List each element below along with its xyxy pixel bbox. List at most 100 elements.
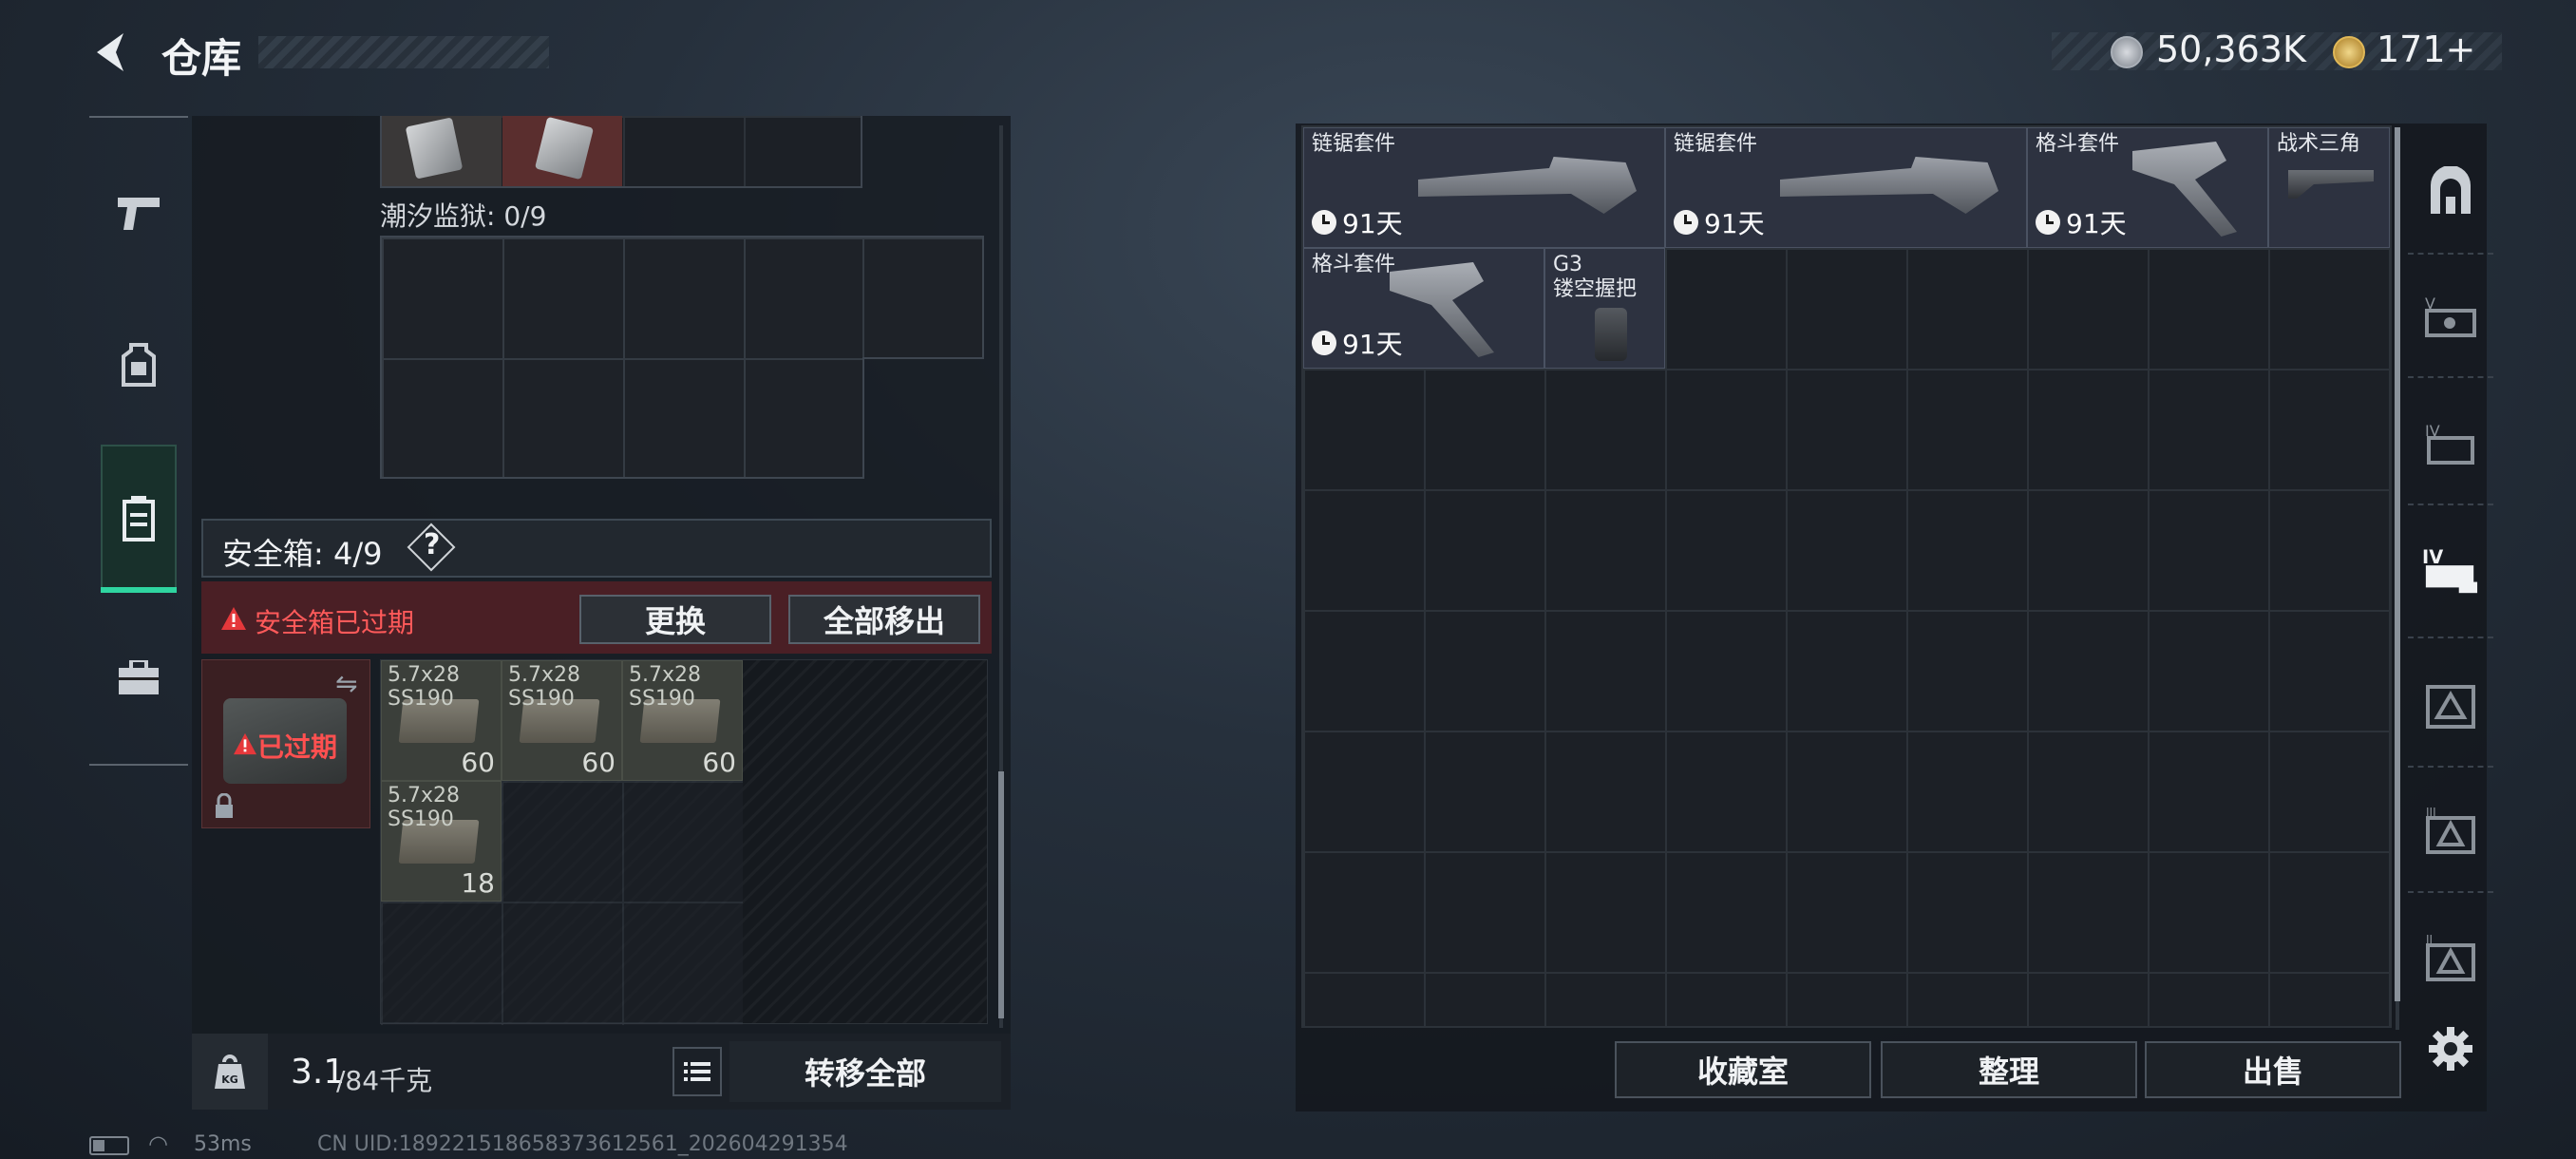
lock-icon [216, 793, 233, 818]
battery-icon [89, 1136, 129, 1155]
tab-level-2-storage[interactable]: II [2422, 929, 2479, 986]
item-name: 链锯套件 [1312, 132, 1396, 156]
tab-weapon[interactable] [89, 165, 188, 260]
wifi-icon: ◠ [148, 1130, 168, 1157]
warehouse-panel: 链锯套件 91天 链锯套件 91天 格斗套件 91天 战术三角 格斗套件 91天… [1296, 124, 2487, 1112]
warehouse-scrollbar-thumb[interactable] [2395, 127, 2400, 1001]
weight-icon-box: KG [192, 1034, 268, 1110]
tab-level-4-storage-b[interactable]: IV [2422, 542, 2479, 598]
grip-image [1595, 308, 1627, 361]
item-timer: 91天 [1704, 208, 1765, 239]
ammo-count: 60 [461, 747, 495, 778]
ammo-sub: SS190 [508, 687, 575, 712]
list-icon [684, 1062, 710, 1081]
ammo-item[interactable]: 5.7x28 SS190 60 [622, 660, 743, 781]
tab-level-5-storage[interactable]: V [2422, 287, 2479, 344]
left-tab-bar [89, 116, 188, 766]
tab-level-4-storage-c[interactable] [2422, 676, 2479, 733]
toolbox-icon [119, 660, 159, 694]
item-name: 链锯套件 [1674, 132, 1758, 156]
sort-button[interactable]: 整理 [1881, 1041, 2137, 1098]
storage-iv-icon: IV [2425, 422, 2474, 465]
fight-kit-image [2132, 142, 2237, 237]
active-tab-indicator [101, 587, 177, 593]
ammo-count: 60 [702, 747, 736, 778]
warehouse-item[interactable]: 格斗套件 91天 [1303, 248, 1544, 369]
backpack-icon [122, 343, 156, 387]
title-decoration [258, 36, 549, 68]
warehouse-item[interactable]: 格斗套件 91天 [2027, 127, 2268, 248]
tab-level-3-storage[interactable]: III [2422, 802, 2479, 859]
swap-icon: ⇋ [335, 668, 358, 699]
clock-icon [1312, 210, 1336, 235]
arch-icon [2431, 166, 2471, 214]
item-thumb[interactable] [502, 116, 622, 186]
tab-toolbox[interactable] [89, 631, 188, 726]
item-name: 格斗套件 [1312, 253, 1396, 276]
warehouse-item[interactable]: 战术三角 [2268, 127, 2390, 248]
page-title: 仓库 [161, 35, 242, 82]
storage-triangle-iii-icon: III [2426, 806, 2475, 854]
ammo-sub: SS190 [388, 687, 454, 712]
warning-text: 安全箱已过期 [255, 607, 415, 638]
expired-warning-bar: 安全箱已过期 更换 全部移出 [201, 581, 992, 654]
help-button-label: ? [424, 528, 441, 561]
uid-text: CN UID:189221518658373612561_20260429135… [317, 1132, 848, 1156]
storage-v-icon: V [2425, 294, 2476, 337]
transfer-all-button[interactable]: 转移全部 [729, 1041, 1001, 1102]
move-all-out-button[interactable]: 全部移出 [788, 595, 980, 644]
currency-gold[interactable]: 171+ [2377, 28, 2475, 70]
ammo-sub: SS190 [629, 687, 695, 712]
stash-scrollbar-thumb[interactable] [998, 771, 1004, 1018]
svg-text:IV: IV [2422, 546, 2443, 568]
left-footer: KG 3.1 /84千克 转移全部 [192, 1034, 1011, 1110]
stash-panel: 潮汐监狱: 0/9 安全箱: 4/9 ? 安全箱已过期 更换 全部移出 ⇋ 已过… [192, 116, 1011, 1109]
ammo-item[interactable]: 5.7x28 SS190 60 [502, 660, 622, 781]
ping-text: 53ms [194, 1132, 252, 1156]
tab-container[interactable] [101, 445, 177, 593]
top-partial-grid [380, 116, 862, 188]
item-name: 格斗套件 [2036, 132, 2120, 156]
warehouse-item[interactable]: G3 镂空握把 [1544, 248, 1665, 369]
warning-icon [234, 732, 256, 755]
storage-triangle-icon [2426, 685, 2475, 729]
prison-label: 潮汐监狱: 0/9 [380, 200, 547, 232]
tab-level-4-storage-a[interactable]: IV [2422, 414, 2479, 471]
warehouse-item[interactable]: 链锯套件 91天 [1665, 127, 2027, 248]
tab-armor[interactable] [89, 317, 188, 412]
warning-icon [221, 607, 246, 630]
silver-coin-icon [2111, 36, 2143, 68]
item-timer: 91天 [1342, 208, 1403, 239]
safebox-icon [123, 496, 155, 542]
ammo-name: 5.7x28 [388, 784, 461, 808]
item-timer: 91天 [1342, 329, 1403, 360]
prison-grid-ext [862, 236, 984, 359]
expired-badge: 已过期 [257, 732, 338, 763]
replace-button[interactable]: 更换 [579, 595, 771, 644]
chainsaw-kit-image [1418, 157, 1637, 214]
gold-coin-icon [2333, 36, 2365, 68]
item-timer: 91天 [2066, 208, 2127, 239]
pistol-icon [118, 198, 160, 230]
ammo-count: 18 [461, 867, 495, 899]
ammo-item[interactable]: 5.7x28 SS190 60 [381, 660, 502, 781]
sell-button[interactable]: 出售 [2145, 1041, 2401, 1098]
prison-grid [380, 236, 864, 479]
list-view-button[interactable] [672, 1047, 722, 1096]
item-thumb[interactable] [382, 116, 502, 186]
settings-button[interactable] [2422, 1020, 2479, 1077]
ammo-item[interactable]: 5.7x28 SS190 18 [381, 781, 502, 902]
item-name: 战术三角 [2277, 132, 2361, 156]
ammo-name: 5.7x28 [629, 663, 702, 687]
safebox-label: 安全箱: 4/9 [222, 536, 383, 572]
item-name: G3 [1553, 253, 1583, 276]
ammo-sub: SS190 [388, 808, 454, 832]
safebox-item[interactable]: ⇋ 已过期 [201, 659, 370, 828]
ammo-name: 5.7x28 [388, 663, 461, 687]
weight-total: /84千克 [336, 1065, 433, 1096]
tab-all-storage[interactable] [2422, 163, 2479, 220]
collection-room-button[interactable]: 收藏室 [1615, 1041, 1871, 1098]
warehouse-item[interactable]: 链锯套件 91天 [1303, 127, 1665, 248]
back-button[interactable] [87, 28, 135, 76]
safebox-header: 安全箱: 4/9 ? [201, 519, 992, 578]
